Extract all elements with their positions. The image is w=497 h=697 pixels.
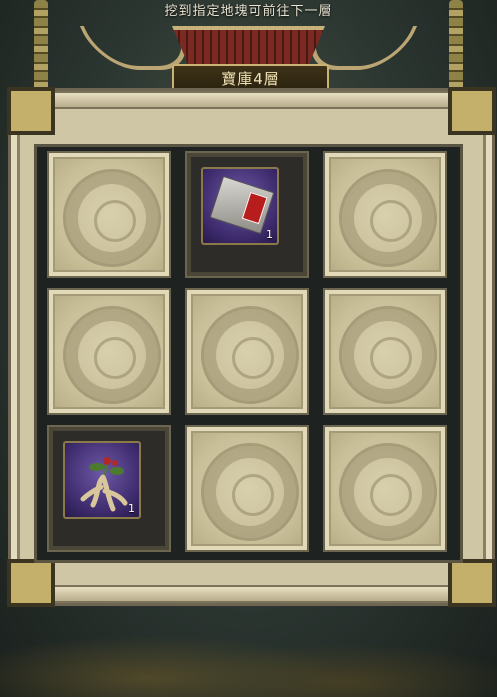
dig-tile-4[interactable] <box>47 288 171 415</box>
medallion-icon <box>339 168 437 267</box>
dig-tile-2[interactable]: 1 <box>185 151 309 278</box>
medallion-icon <box>201 442 299 541</box>
treasure-pile-decoration <box>0 602 497 697</box>
medallion-icon <box>339 305 437 404</box>
chain-left-decoration <box>34 0 48 100</box>
item-quantity: 1 <box>128 502 135 515</box>
scroll-book-icon <box>209 175 275 235</box>
medallion-icon <box>63 305 161 404</box>
ginseng-root-icon <box>80 457 128 512</box>
dig-tile-8[interactable] <box>185 425 309 552</box>
red-seal <box>241 191 268 225</box>
corner-ornament <box>7 559 55 607</box>
dig-tile-7[interactable]: 1 <box>47 425 171 552</box>
frame-bottom-bar <box>11 585 492 603</box>
medallion-icon <box>63 168 161 267</box>
dig-board: 1 1 <box>34 144 463 563</box>
medallion-icon <box>339 442 437 541</box>
hint-text: 挖到指定地塊可前往下一層 <box>164 4 333 19</box>
dig-tile-6[interactable] <box>323 288 447 415</box>
reward-item-slot[interactable]: 1 <box>201 167 279 245</box>
dig-tile-5[interactable] <box>185 288 309 415</box>
corner-ornament <box>448 87 496 135</box>
reward-item-slot[interactable]: 1 <box>63 441 141 519</box>
medallion-icon <box>201 305 299 404</box>
dig-tile-3[interactable] <box>323 151 447 278</box>
tile-grid: 1 1 <box>47 151 447 552</box>
corner-ornament <box>7 87 55 135</box>
dig-tile-1[interactable] <box>47 151 171 278</box>
frame-top-bar <box>11 91 492 109</box>
item-quantity: 1 <box>266 228 273 241</box>
corner-ornament <box>448 559 496 607</box>
dig-tile-9[interactable] <box>323 425 447 552</box>
chain-right-decoration <box>449 0 463 100</box>
